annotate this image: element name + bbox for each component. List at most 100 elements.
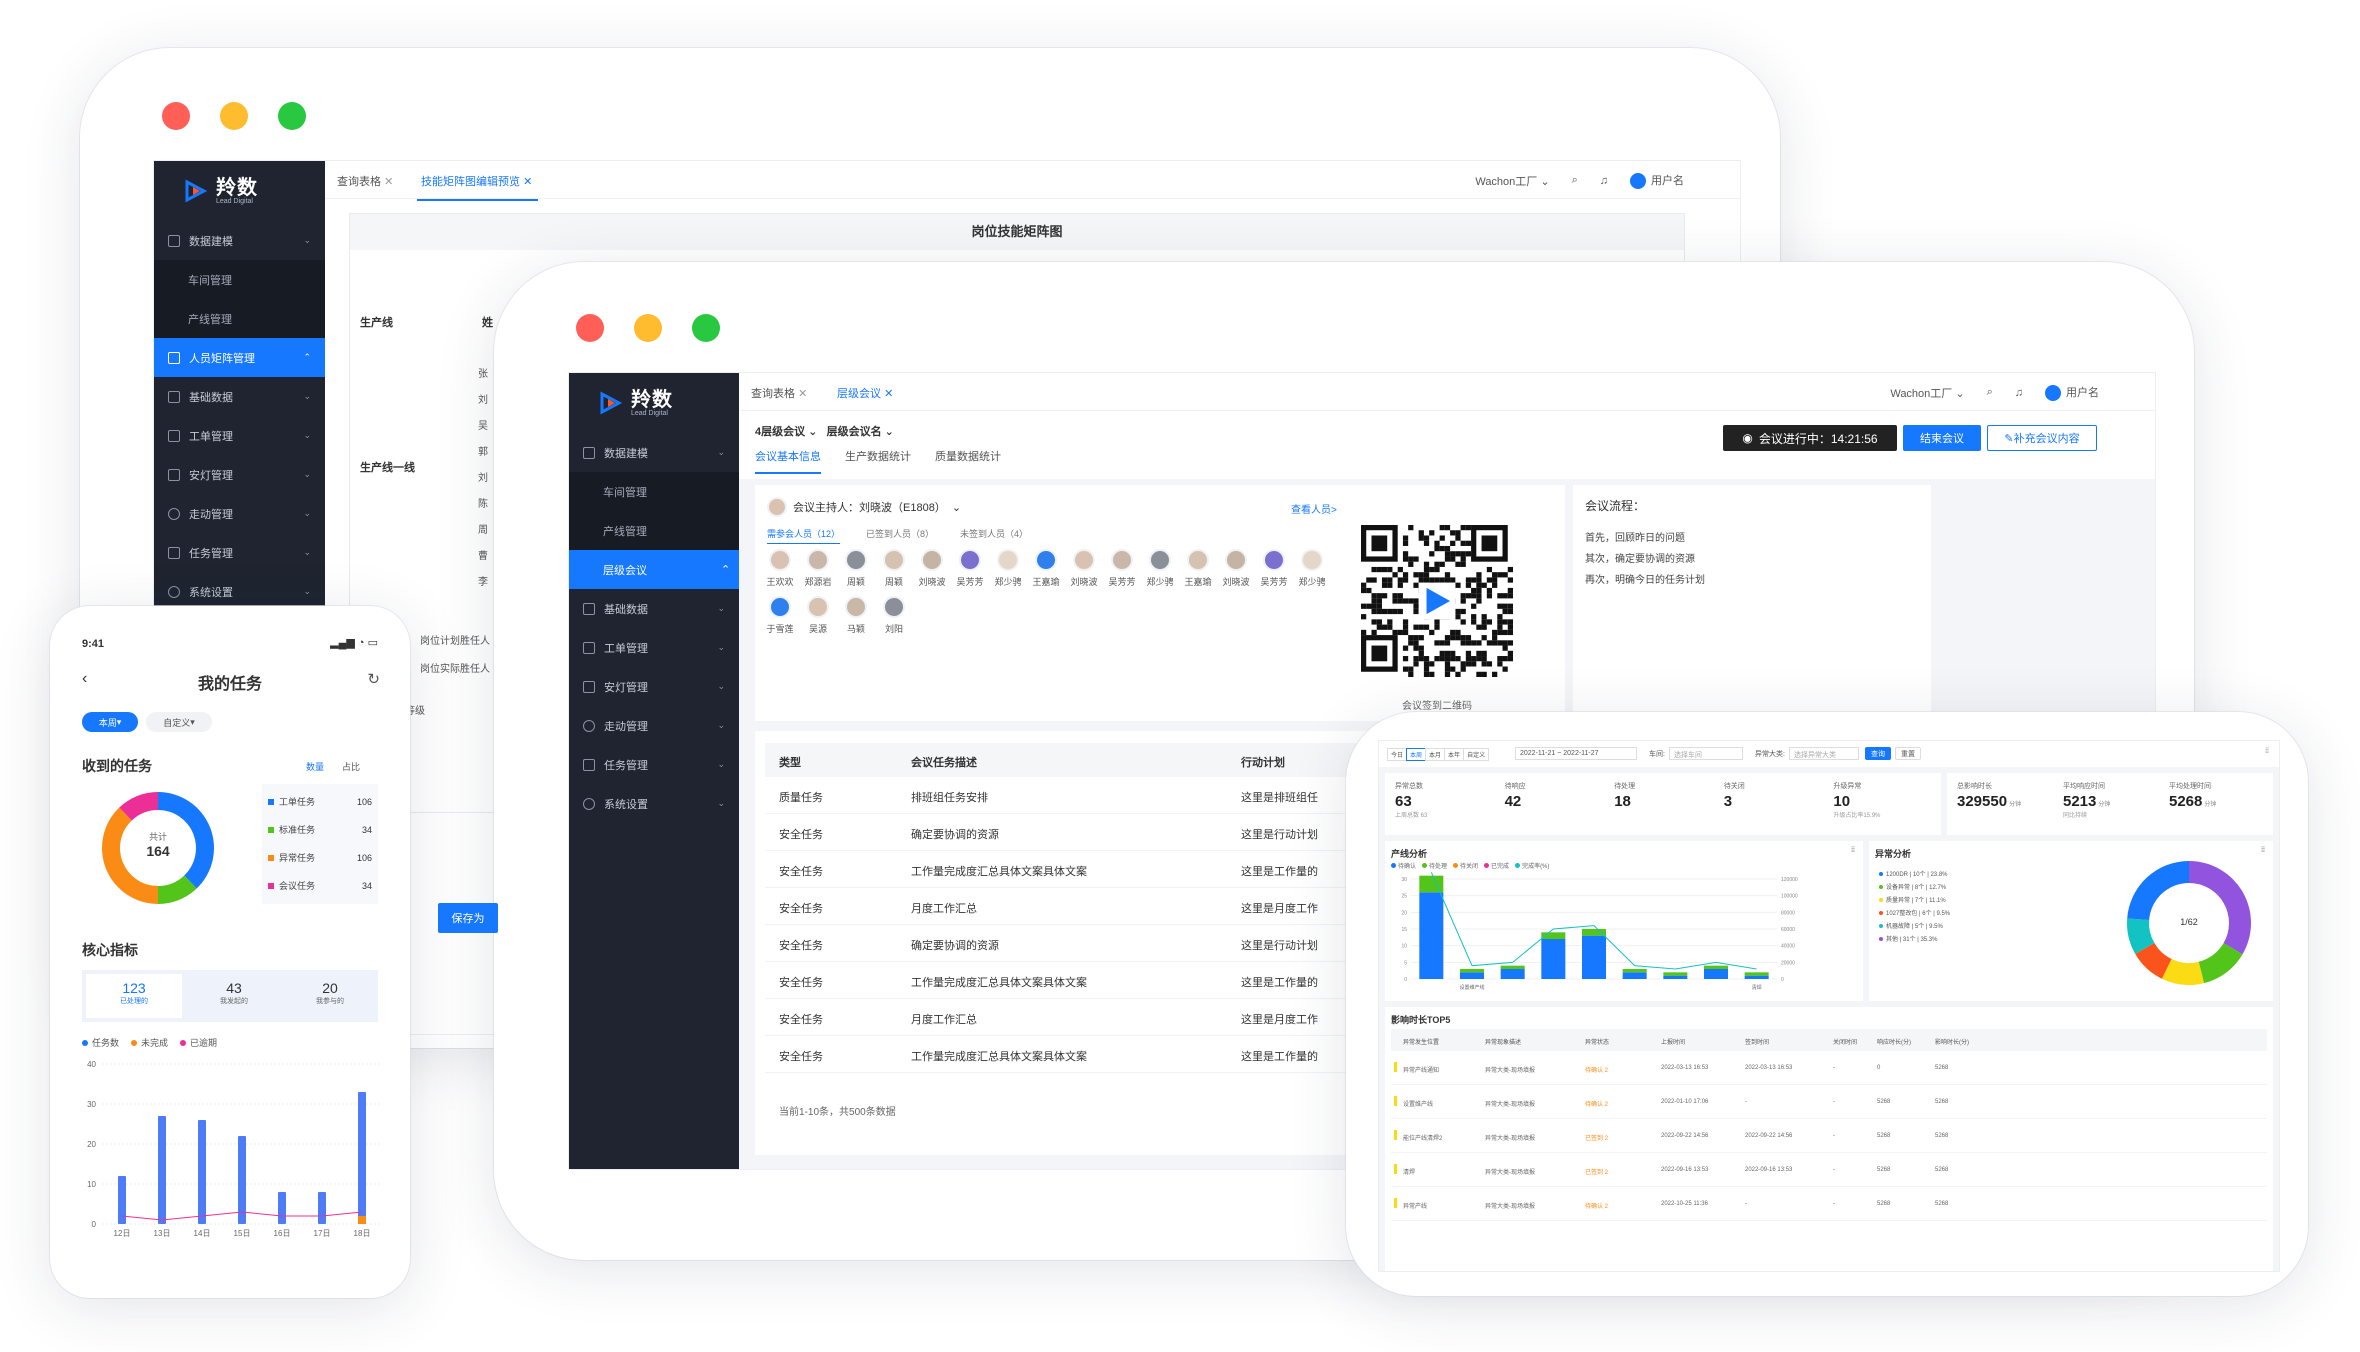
range-btn-2[interactable]: 本月 xyxy=(1425,748,1446,761)
attendee[interactable]: 郑少骋 xyxy=(1141,549,1179,588)
range-btn-4[interactable]: 自定义 xyxy=(1463,748,1490,761)
menu-meeting[interactable]: 层级会议 ⌃ xyxy=(569,550,739,589)
menu-walk[interactable]: 走动管理 ⌄ xyxy=(154,494,325,533)
menu-line[interactable]: 产线管理 xyxy=(569,511,739,550)
attendee[interactable]: 吴芳芳 xyxy=(1103,549,1141,588)
qr-module xyxy=(1497,572,1503,578)
menu-personnel-matrix[interactable]: 人员矩阵管理 ⌃ xyxy=(154,338,325,377)
tab-unsigned[interactable]: 未签到人员（4） xyxy=(960,527,1028,544)
attendee[interactable]: 刘晓波 xyxy=(913,549,951,588)
tab-required[interactable]: 需参会人员（12） xyxy=(767,527,841,544)
table-row[interactable]: 异常产线 异常大类-现场填报 待确认 2 2022-10-25 11:36 - - 5268… xyxy=(1391,1187,2267,1221)
close-dot[interactable] xyxy=(576,314,604,342)
range-btn-1[interactable]: 本周 xyxy=(1406,748,1427,761)
menu-workorder[interactable]: 工单管理 ⌄ xyxy=(569,628,739,667)
attendee[interactable]: 马颖 xyxy=(837,596,875,635)
attendee[interactable]: 吴源 xyxy=(799,596,837,635)
refresh-icon[interactable]: ↻ xyxy=(367,670,380,688)
minimize-dot[interactable] xyxy=(220,102,248,130)
more-icon[interactable]: ⁞⁞ xyxy=(2265,748,2269,755)
search-icon[interactable]: ⌕ xyxy=(1572,174,1578,187)
reset-button[interactable]: 重置 xyxy=(1895,747,1921,760)
menu-andon[interactable]: 安灯管理 ⌄ xyxy=(154,455,325,494)
bell-icon[interactable]: ♫ xyxy=(2015,387,2023,399)
more-icon[interactable]: ⁞⁞ xyxy=(1851,847,1855,854)
menu-andon[interactable]: 安灯管理 ⌄ xyxy=(569,667,739,706)
menu-workshop[interactable]: 车间管理 xyxy=(154,260,325,299)
tab-count[interactable]: 数量 xyxy=(306,760,324,773)
attendee[interactable]: 吴芳芳 xyxy=(1255,549,1293,588)
minimize-dot[interactable] xyxy=(634,314,662,342)
tab-query-table[interactable]: 查询表格 ✕ xyxy=(751,385,807,401)
attendee[interactable]: 王嘉瑜 xyxy=(1027,549,1065,588)
menu-workshop[interactable]: 车间管理 xyxy=(569,472,739,511)
attendee[interactable]: 刘阳 xyxy=(875,596,913,635)
attendee[interactable]: 周颖 xyxy=(837,549,875,588)
table-row[interactable]: 能位产线清焊2 异常大类-现场填报 已签到 2 2022-09-22 14:56 202… xyxy=(1391,1119,2267,1153)
tab-signed[interactable]: 已签到人员（8） xyxy=(866,527,934,544)
maximize-dot[interactable] xyxy=(692,314,720,342)
menu-walk[interactable]: 走动管理 ⌄ xyxy=(569,706,739,745)
attendee[interactable]: 周颖 xyxy=(875,549,913,588)
chevron-down-icon[interactable]: ⌄ xyxy=(952,501,961,514)
close-icon[interactable]: ✕ xyxy=(884,388,893,400)
table-row[interactable]: 清焊 异常大类-现场填报 已签到 2 2022-09-16 13:53 2022-09-… xyxy=(1391,1153,2267,1187)
attendee[interactable]: 王嘉瑜 xyxy=(1179,549,1217,588)
range-btn-3[interactable]: 本年 xyxy=(1444,748,1465,761)
attendee[interactable]: 刘晓波 xyxy=(1217,549,1255,588)
attendee[interactable]: 郑少骋 xyxy=(989,549,1027,588)
menu-workorder[interactable]: 工单管理 ⌄ xyxy=(154,416,325,455)
menu-basic-data[interactable]: 基础数据 ⌄ xyxy=(569,589,739,628)
end-meeting-button[interactable]: 结束会议 xyxy=(1903,425,1981,451)
menu-task[interactable]: 任务管理 ⌄ xyxy=(154,533,325,572)
crumb-meeting[interactable]: 层级会议名 xyxy=(827,426,882,438)
menu-line[interactable]: 产线管理 xyxy=(154,299,325,338)
attendee[interactable]: 郑少骋 xyxy=(1293,549,1331,588)
factory-select[interactable]: Wachon工厂 ⌄ xyxy=(1475,173,1549,189)
close-icon[interactable]: ✕ xyxy=(798,388,807,400)
tab-skill-matrix[interactable]: 技能矩阵图编辑预览 ✕ xyxy=(416,173,539,201)
attendee[interactable]: 吴芳芳 xyxy=(951,549,989,588)
metric-handled[interactable]: 123 已处理的 xyxy=(86,974,182,1018)
user-menu[interactable]: 用户名 xyxy=(2045,384,2099,402)
close-icon[interactable]: ✕ xyxy=(523,176,532,188)
tab-meeting[interactable]: 层级会议 ✕ xyxy=(832,385,900,413)
menu-data-modeling[interactable]: 数据建模 ⌄ xyxy=(569,433,739,472)
filter-custom[interactable]: 自定义 ▾ xyxy=(146,712,212,732)
subtab-quality[interactable]: 质量数据统计 xyxy=(935,448,1001,474)
query-button[interactable]: 查询 xyxy=(1865,747,1891,760)
save-as-button[interactable]: 保存为 xyxy=(438,903,498,933)
factory-select[interactable]: Wachon工厂 ⌄ xyxy=(1890,385,1964,401)
table-row[interactable]: 设置维产线 异常大类-现场填报 待确认 2 2022-01-10 17:06 - - 526… xyxy=(1391,1085,2267,1119)
menu-task[interactable]: 任务管理 ⌄ xyxy=(569,745,739,784)
add-content-button[interactable]: ✎ 补充会议内容 xyxy=(1987,425,2097,451)
subtab-production[interactable]: 生产数据统计 xyxy=(845,448,911,474)
search-icon[interactable]: ⌕ xyxy=(1987,386,1993,399)
menu-data-modeling[interactable]: 数据建模 ⌄ xyxy=(154,221,325,260)
attendee[interactable]: 于雪莲 xyxy=(761,596,799,635)
attendee[interactable]: 郑源岩 xyxy=(799,549,837,588)
line-select[interactable]: 选择车间 xyxy=(1669,747,1743,760)
range-btn-0[interactable]: 今日 xyxy=(1387,748,1408,761)
close-icon[interactable]: ✕ xyxy=(384,176,393,188)
type-select[interactable]: 选择异常大类 xyxy=(1789,747,1859,760)
menu-settings[interactable]: 系统设置 ⌄ xyxy=(569,784,739,823)
bell-icon[interactable]: ♫ xyxy=(1600,175,1608,187)
metric-initiated[interactable]: 43 我发起的 xyxy=(186,970,282,1022)
metric-participated[interactable]: 20 我参与的 xyxy=(282,970,378,1022)
close-dot[interactable] xyxy=(162,102,190,130)
date-range-input[interactable]: 2022-11-21 ~ 2022-11-27 xyxy=(1515,747,1637,760)
menu-basic-data[interactable]: 基础数据 ⌄ xyxy=(154,377,325,416)
crumb-level[interactable]: 4层级会议 xyxy=(755,426,805,438)
maximize-dot[interactable] xyxy=(278,102,306,130)
table-row[interactable]: 异常产线通知 异常大类-现场填报 待确认 2 2022-03-13 16:53 2022… xyxy=(1391,1051,2267,1085)
tab-query-table[interactable]: 查询表格 ✕ xyxy=(337,173,393,189)
attendee[interactable]: 王欢欢 xyxy=(761,549,799,588)
qr-code[interactable] xyxy=(1361,525,1513,677)
user-menu[interactable]: 用户名 xyxy=(1630,172,1684,190)
attendee[interactable]: 刘晓波 xyxy=(1065,549,1103,588)
view-people-link[interactable]: 查看人员> xyxy=(1291,501,1337,516)
subtab-basic-info[interactable]: 会议基本信息 xyxy=(755,448,821,474)
filter-week[interactable]: 本周 ▾ xyxy=(82,712,138,732)
tab-ratio[interactable]: 占比 xyxy=(342,760,360,773)
